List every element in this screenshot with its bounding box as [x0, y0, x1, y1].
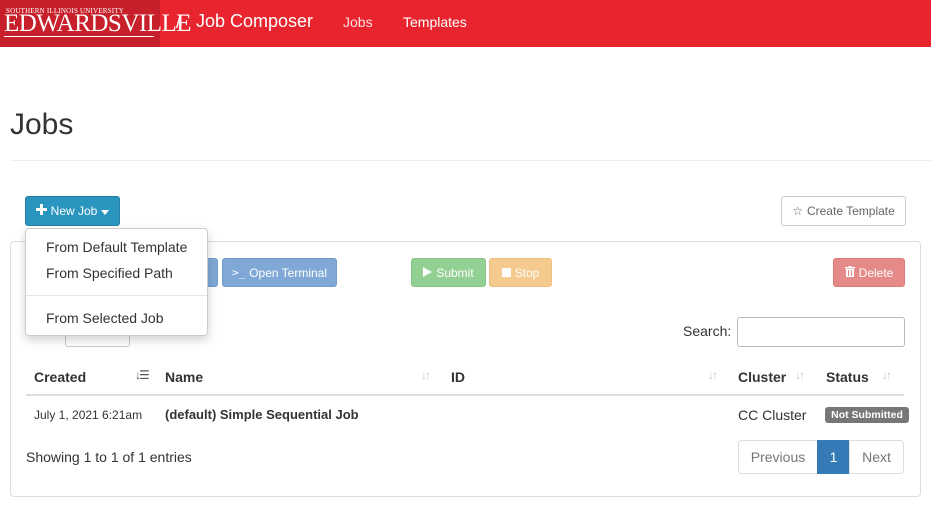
logo-rule — [4, 36, 154, 37]
star-icon: ☆ — [792, 204, 803, 218]
column-header-id[interactable]: ID — [451, 369, 465, 385]
stop-icon — [501, 266, 511, 280]
cell-job-name[interactable]: (default) Simple Sequential Job — [165, 407, 359, 422]
open-terminal-label: Open Terminal — [249, 265, 328, 280]
stop-button[interactable]: Stop — [489, 258, 552, 287]
stop-label: Stop — [514, 265, 540, 280]
header-divider — [10, 160, 931, 161]
pagination-previous[interactable]: Previous — [738, 440, 818, 474]
delete-button[interactable]: Delete — [833, 258, 905, 287]
sort-desc-icon[interactable]: ↓☰ — [135, 368, 150, 382]
cell-created: July 1, 2021 6:21am — [34, 408, 143, 422]
menu-divider — [26, 295, 207, 296]
submit-label: Submit — [436, 265, 474, 280]
navbar: SOUTHERN ILLINOIS UNIVERSITY EDWARDSVILL… — [0, 0, 931, 47]
column-header-name[interactable]: Name — [165, 369, 203, 385]
app-brand[interactable]: Job Composer — [196, 11, 313, 32]
new-job-dropdown-menu: From Default Template From Specified Pat… — [25, 228, 208, 336]
terminal-icon: >_ — [231, 266, 246, 279]
search-input[interactable] — [737, 317, 905, 347]
menu-item-selected-job[interactable]: From Selected Job — [46, 310, 164, 326]
pagination: Previous 1 Next — [738, 440, 905, 474]
nav-link-templates[interactable]: Templates — [403, 14, 467, 30]
sort-icon[interactable]: ↓↑ — [795, 368, 805, 382]
nav-separator: / — [176, 12, 182, 32]
column-header-cluster[interactable]: Cluster — [738, 369, 786, 385]
create-template-label: Create Template — [806, 204, 895, 218]
menu-item-specified-path[interactable]: From Specified Path — [46, 265, 173, 281]
plus-icon — [35, 204, 47, 218]
page-title: Jobs — [10, 108, 74, 141]
search-label: Search: — [683, 323, 732, 339]
nav-link-jobs[interactable]: Jobs — [343, 14, 373, 30]
cell-cluster: CC Cluster — [738, 407, 807, 423]
status-badge: Not Submitted — [825, 407, 909, 423]
caret-down-icon — [101, 204, 110, 218]
submit-button[interactable]: Submit — [411, 258, 486, 287]
new-job-button[interactable]: New Job — [25, 196, 120, 226]
university-logo[interactable]: SOUTHERN ILLINOIS UNIVERSITY EDWARDSVILL… — [0, 0, 192, 47]
trash-icon — [844, 265, 855, 280]
column-header-status[interactable]: Status — [826, 369, 869, 385]
sort-icon[interactable]: ↓↑ — [421, 368, 431, 382]
menu-item-default-template[interactable]: From Default Template — [46, 239, 187, 255]
sort-icon[interactable]: ↓↑ — [882, 368, 892, 382]
pagination-next[interactable]: Next — [849, 440, 904, 474]
logo-wordmark: EDWARDSVILLE — [4, 10, 192, 37]
column-header-created[interactable]: Created — [34, 369, 86, 385]
create-template-button[interactable]: ☆ Create Template — [781, 196, 906, 226]
play-icon — [423, 266, 433, 280]
open-terminal-button[interactable]: >_ Open Terminal — [222, 258, 337, 287]
delete-label: Delete — [858, 265, 894, 280]
new-job-label: New Job — [50, 204, 98, 218]
table-info: Showing 1 to 1 of 1 entries — [26, 449, 192, 465]
pagination-page-current[interactable]: 1 — [817, 440, 850, 474]
sort-icon[interactable]: ↓↑ — [708, 368, 718, 382]
table-header-rule — [26, 394, 904, 396]
